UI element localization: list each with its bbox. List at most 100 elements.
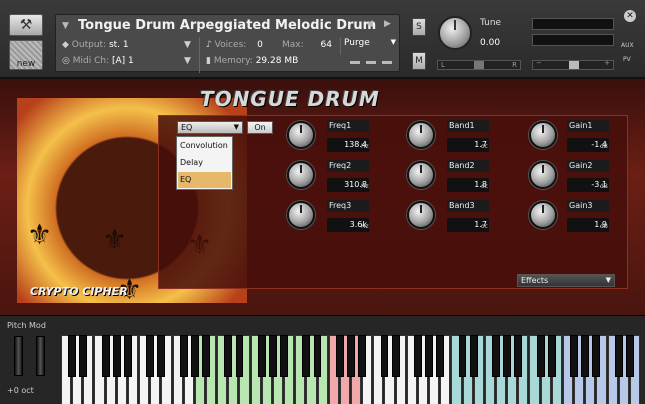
- pan-slider[interactable]: L R: [437, 60, 521, 70]
- close-icon[interactable]: ✕: [624, 10, 636, 22]
- black-key[interactable]: [492, 335, 500, 377]
- chevron-down-icon[interactable]: ▼: [184, 40, 191, 50]
- black-key[interactable]: [302, 335, 311, 377]
- next-instrument-icon[interactable]: ▶: [384, 19, 391, 29]
- black-key[interactable]: [536, 335, 545, 377]
- midi-channel-value[interactable]: [A] 1: [112, 56, 134, 66]
- voices-icon: ♪: [206, 40, 212, 50]
- new-snapshot-button[interactable]: new: [9, 40, 43, 70]
- max-voices-row[interactable]: Max: 64: [282, 40, 332, 50]
- solo-button[interactable]: S: [412, 18, 426, 36]
- band2-unit: oc: [481, 183, 488, 190]
- black-key[interactable]: [625, 335, 634, 377]
- freq1-knob[interactable]: [287, 121, 315, 149]
- wrench-icon[interactable]: ⚒: [9, 14, 43, 36]
- black-key[interactable]: [179, 335, 188, 377]
- black-key[interactable]: [313, 335, 322, 377]
- black-key[interactable]: [469, 335, 478, 377]
- black-key[interactable]: [503, 335, 512, 377]
- black-key[interactable]: [157, 335, 166, 377]
- menu-item-convolution[interactable]: Convolution: [178, 138, 231, 154]
- midi-channel-row[interactable]: ◎ Midi Ch: [A] 1: [62, 56, 134, 66]
- mod-wheel[interactable]: [36, 336, 45, 376]
- black-key[interactable]: [570, 335, 578, 377]
- black-key[interactable]: [101, 335, 110, 377]
- black-key[interactable]: [224, 335, 233, 377]
- freq2-label: Freq2: [327, 160, 369, 172]
- piano-keyboard[interactable]: [61, 335, 641, 404]
- black-key[interactable]: [202, 335, 210, 377]
- effect-on-button[interactable]: On: [247, 121, 273, 134]
- chevron-down-icon[interactable]: ▼: [184, 56, 191, 66]
- volume-handle[interactable]: [569, 61, 579, 69]
- black-key[interactable]: [436, 335, 445, 377]
- fleur-icon: ⚜: [102, 223, 128, 256]
- black-key[interactable]: [514, 335, 523, 377]
- freq3-knob[interactable]: [287, 201, 315, 229]
- gain2-knob[interactable]: [529, 161, 557, 189]
- effect-type-dropdown[interactable]: EQ ▼: [177, 121, 243, 134]
- freq3-unit: Hz: [361, 223, 369, 230]
- aux-button[interactable]: AUX: [621, 42, 634, 49]
- gain3-label: Gain3: [567, 200, 609, 212]
- max-value[interactable]: 64: [321, 40, 332, 50]
- freq3-label: Freq3: [327, 200, 369, 212]
- black-key[interactable]: [335, 335, 344, 377]
- purge-indicator: [382, 61, 392, 64]
- band2-label: Band2: [447, 160, 489, 172]
- black-key[interactable]: [112, 335, 121, 377]
- black-key[interactable]: [414, 335, 422, 377]
- menu-item-eq[interactable]: EQ: [178, 172, 231, 188]
- pan-handle[interactable]: [474, 61, 484, 69]
- black-key[interactable]: [458, 335, 467, 377]
- purge-dropdown[interactable]: Purge ▼: [344, 38, 398, 52]
- band1-knob[interactable]: [407, 121, 435, 149]
- gain3-knob[interactable]: [529, 201, 557, 229]
- effects-dropdown-label: Effects: [521, 276, 549, 285]
- effects-dropdown[interactable]: Effects ▼: [517, 274, 615, 287]
- band3-knob[interactable]: [407, 201, 435, 229]
- previous-instrument-icon[interactable]: ◀: [366, 19, 373, 29]
- black-key[interactable]: [425, 335, 433, 377]
- instrument-title[interactable]: Tongue Drum Arpeggiated Melodic Drum: [78, 18, 376, 33]
- black-key[interactable]: [269, 335, 277, 377]
- black-key[interactable]: [547, 335, 556, 377]
- output-value[interactable]: st. 1: [109, 40, 129, 50]
- pitch-mod-label: Pitch Mod: [7, 321, 46, 330]
- black-key[interactable]: [614, 335, 623, 377]
- black-key[interactable]: [280, 335, 288, 377]
- output-row[interactable]: ◆ Output: st. 1: [62, 40, 129, 50]
- black-key[interactable]: [235, 335, 244, 377]
- black-key[interactable]: [380, 335, 389, 377]
- black-key[interactable]: [146, 335, 155, 377]
- black-key[interactable]: [68, 335, 77, 377]
- black-key[interactable]: [581, 335, 590, 377]
- black-key[interactable]: [257, 335, 266, 377]
- output-label: Output:: [71, 40, 107, 50]
- instrument-panel: ⚜ ⚜ ⚜ ⚜ TONGUE DRUM EQ ▼ On Convolution …: [0, 78, 645, 315]
- minus-icon: −: [536, 59, 542, 67]
- black-key[interactable]: [358, 335, 367, 377]
- voices-label: Voices:: [214, 40, 247, 50]
- level-meter-left: [532, 18, 614, 30]
- mute-button[interactable]: M: [412, 52, 426, 70]
- black-key[interactable]: [124, 335, 132, 377]
- pitch-wheel[interactable]: [14, 336, 23, 376]
- black-key[interactable]: [190, 335, 199, 377]
- pan-left-label: L: [441, 61, 445, 69]
- black-key[interactable]: [79, 335, 88, 377]
- pv-button[interactable]: PV: [623, 56, 631, 63]
- tune-value[interactable]: 0.00: [480, 38, 500, 48]
- black-key[interactable]: [391, 335, 400, 377]
- band2-knob[interactable]: [407, 161, 435, 189]
- menu-item-delay[interactable]: Delay: [178, 155, 231, 171]
- octave-selector[interactable]: +0 oct: [7, 386, 34, 395]
- volume-slider[interactable]: − +: [532, 59, 614, 70]
- freq2-knob[interactable]: [287, 161, 315, 189]
- tune-knob[interactable]: [438, 16, 472, 50]
- gain1-knob[interactable]: [529, 121, 557, 149]
- black-key[interactable]: [347, 335, 355, 377]
- chevron-down-icon[interactable]: ▼: [62, 21, 69, 31]
- keyboard-area: Pitch Mod +0 oct: [0, 315, 645, 404]
- black-key[interactable]: [592, 335, 601, 377]
